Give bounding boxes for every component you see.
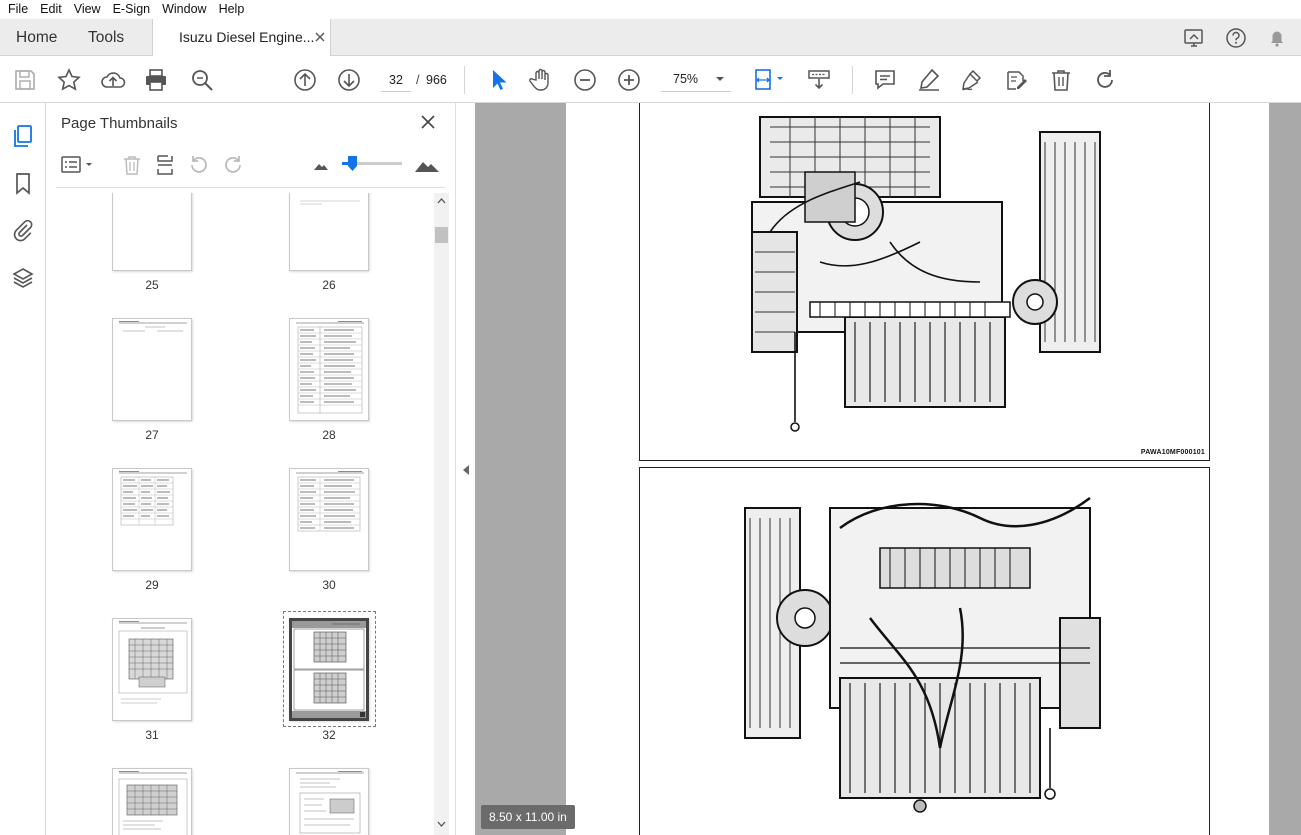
tab-home[interactable]: Home [16, 19, 57, 56]
bookmark-star-icon[interactable] [56, 67, 82, 93]
menu-window[interactable]: Window [156, 0, 212, 19]
thumbnail-label: 25 [145, 278, 159, 292]
save-icon[interactable] [12, 67, 38, 93]
hand-tool-icon[interactable] [528, 67, 554, 93]
engine-figure-lower [639, 467, 1210, 835]
select-cursor-icon[interactable] [485, 67, 511, 93]
page-thumbnails-icon[interactable] [11, 124, 35, 148]
document-page: PAWA10MF000101 [566, 103, 1269, 835]
thumbnail-label: 27 [145, 428, 159, 442]
thumbnail-label: 28 [322, 428, 336, 442]
menu-file[interactable]: File [2, 0, 34, 19]
attachments-paperclip-icon[interactable] [11, 218, 35, 242]
panel-collapse-handle[interactable] [455, 103, 475, 835]
share-screen-icon[interactable] [1183, 27, 1205, 49]
page-number-input[interactable] [381, 68, 411, 92]
page-separator: / [416, 73, 420, 87]
collapse-arrow-icon[interactable] [462, 465, 470, 475]
engine-illustration-front [751, 116, 1101, 432]
zoom-in-icon[interactable] [616, 67, 642, 93]
small-mountain-icon [314, 164, 328, 170]
toolbar: / 966 75% [0, 56, 1301, 103]
fill-sign-icon[interactable] [1003, 67, 1029, 93]
figure-code: PAWA10MF000101 [1140, 449, 1205, 456]
panel-title: Page Thumbnails [61, 115, 178, 132]
thumbnail-grid: 25 26 27 28 29 30 31 32 [61, 193, 434, 835]
page-thumbnail[interactable] [112, 468, 192, 571]
delete-trash-icon[interactable] [1048, 67, 1074, 93]
document-scroll-gutter [1269, 103, 1301, 835]
upload-cloud-icon[interactable] [100, 67, 126, 93]
menu-help[interactable]: Help [213, 0, 251, 19]
page-thumbnail[interactable] [112, 318, 192, 421]
toolbar-divider [852, 66, 853, 94]
thumbnail-label: 32 [322, 728, 336, 742]
engine-illustration-side [744, 496, 1101, 813]
panel-divider [56, 187, 445, 188]
zoom-level-value: 75% [673, 72, 699, 86]
print-icon[interactable] [143, 67, 169, 93]
tab-document[interactable]: Isuzu Diesel Engine... [152, 19, 331, 56]
highlighter-icon[interactable] [916, 67, 942, 93]
help-icon[interactable] [1225, 27, 1247, 49]
thumbnail-options-menu-icon[interactable] [60, 153, 96, 177]
bookmarks-icon[interactable] [11, 171, 35, 195]
scroll-down-arrow-icon[interactable] [437, 821, 446, 828]
zoom-level-select[interactable]: 75% [661, 68, 731, 92]
page-thumbnail[interactable] [112, 768, 192, 835]
menu-view[interactable]: View [68, 0, 107, 19]
page-thumbnail[interactable] [289, 318, 369, 421]
sign-pen-icon[interactable] [959, 67, 985, 93]
total-pages: 966 [426, 73, 447, 87]
thumbnail-label: 29 [145, 578, 159, 592]
page-thumbnail[interactable] [112, 618, 192, 721]
page-thumbnail[interactable] [112, 193, 192, 271]
page-thumbnail[interactable] [289, 468, 369, 571]
previous-page-icon[interactable] [292, 67, 318, 93]
next-page-icon[interactable] [336, 67, 362, 93]
close-panel-icon[interactable] [420, 114, 436, 130]
large-mountain-icon [415, 162, 439, 172]
document-tab-title: Isuzu Diesel Engine... [179, 29, 315, 45]
page-thumbnails-panel: Page Thumbnails 25 26 27 28 29 30 31 32 [46, 103, 455, 835]
close-tab-icon[interactable] [314, 31, 326, 43]
thumbnail-label: 26 [322, 278, 336, 292]
delete-page-icon[interactable] [120, 153, 144, 177]
navigation-rail [0, 103, 46, 835]
organize-pages-icon[interactable] [153, 153, 177, 177]
page-thumbnail[interactable] [289, 193, 369, 271]
thumbnail-label: 30 [322, 578, 336, 592]
find-text-icon[interactable] [189, 67, 215, 93]
thumbnail-label: 31 [145, 728, 159, 742]
scrollbar-thumb[interactable] [435, 227, 448, 243]
thumbnail-scrollbar[interactable] [434, 193, 449, 835]
tab-bar: Home Tools Isuzu Diesel Engine... [0, 19, 1301, 56]
redo-rotate-icon[interactable] [1092, 67, 1118, 93]
scroll-up-arrow-icon[interactable] [437, 197, 446, 204]
slider-handle[interactable] [348, 156, 357, 171]
rotate-clockwise-icon[interactable] [221, 153, 245, 177]
document-view[interactable]: PAWA10MF000101 8.50 x 11.00 in [475, 103, 1301, 835]
page-thumbnail-current[interactable] [289, 618, 369, 721]
menu-edit[interactable]: Edit [34, 0, 68, 19]
page-fit-icon[interactable] [752, 67, 788, 93]
menu-bar: File Edit View E-Sign Window Help [0, 0, 1301, 19]
comment-icon[interactable] [872, 67, 898, 93]
tab-tools[interactable]: Tools [88, 19, 124, 56]
engine-figure-upper: PAWA10MF000101 [639, 103, 1210, 461]
scrolling-mode-icon[interactable] [806, 67, 832, 93]
layers-icon[interactable] [11, 266, 35, 290]
chevron-down-icon [716, 77, 724, 81]
notification-bell-icon[interactable] [1266, 27, 1288, 49]
toolbar-divider [464, 66, 465, 94]
rotate-counterclockwise-icon[interactable] [187, 153, 211, 177]
page-thumbnail[interactable] [289, 768, 369, 835]
menu-esign[interactable]: E-Sign [107, 0, 157, 19]
page-size-indicator: 8.50 x 11.00 in [481, 805, 575, 829]
zoom-out-icon[interactable] [572, 67, 598, 93]
